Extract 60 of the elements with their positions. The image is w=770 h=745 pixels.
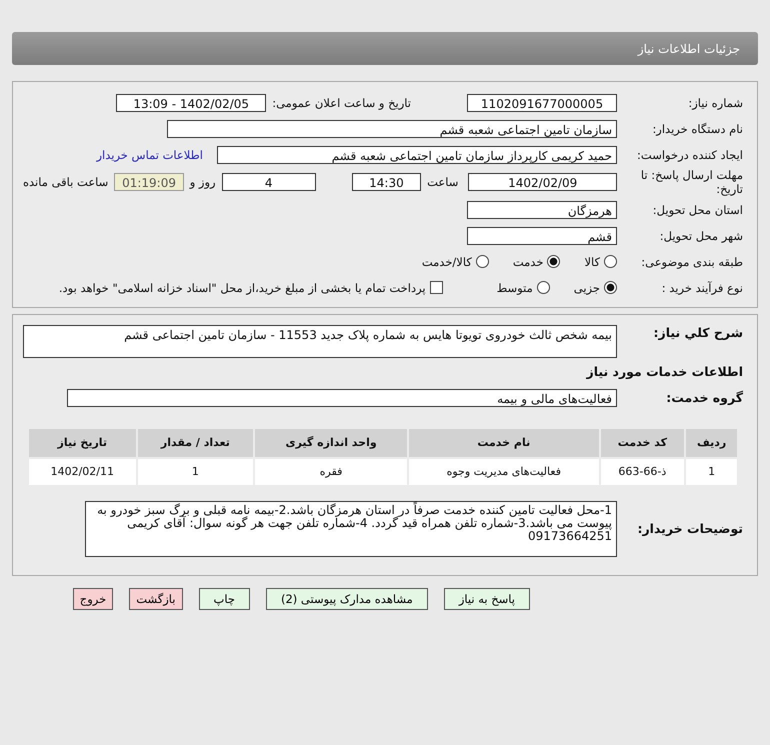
radio-label: خدمت bbox=[512, 254, 544, 269]
field-label: نام دستگاه خریدار: bbox=[651, 122, 743, 136]
field-label: مهلت ارسال پاسخ: تا تاریخ: bbox=[640, 168, 743, 197]
action-button[interactable]: مشاهده مدارک پیوستی (2) bbox=[266, 588, 428, 610]
column-header: کد خدمت bbox=[600, 428, 684, 457]
announce-date-field: 1402/02/05 - 13:09 bbox=[116, 94, 266, 112]
table-cell: 1402/02/11 bbox=[29, 458, 136, 485]
action-button[interactable]: بازگشت bbox=[129, 588, 182, 610]
table-cell: فعالیت‌های مدیریت وجوه bbox=[409, 458, 599, 485]
radio-label: کالا bbox=[584, 254, 600, 269]
table-cell: ذ-66-663 bbox=[600, 458, 684, 485]
time-label: ساعت bbox=[427, 175, 458, 190]
field-label: طبقه بندی موضوعی: bbox=[640, 254, 743, 269]
table-cell: 1 bbox=[686, 458, 737, 485]
remaining-time-field: 01:19:09 bbox=[114, 173, 184, 192]
field-label: شهر محل تحویل: bbox=[658, 228, 743, 243]
column-header: واحد اندازه گیری bbox=[255, 428, 408, 457]
need-number-field: 1102091677000005 bbox=[467, 94, 617, 112]
field-label: تاریخ و ساعت اعلان عمومی: bbox=[272, 96, 411, 110]
action-button[interactable]: چاپ bbox=[198, 588, 250, 610]
checkbox-label: پرداخت تمام یا بخشی از مبلغ خرید،از محل "اسناد خزانه اسلامی" خواهد بود. bbox=[58, 280, 426, 295]
contact-link[interactable]: اطلاعات تماس خریدار bbox=[96, 148, 203, 162]
checkbox[interactable] bbox=[430, 281, 443, 294]
notes-box: 1-محل فعالیت تامین کننده خدمت صرفاً در استان هرمزگان باشد.2-بیمه نامه قبلی و برگ سبز خودرو به پیوست می باشد.3-شماره تلفن همراه قید گردد. 4-شماره تلفن جهت هر گونه سوال: آقای کریمی 09173664251 bbox=[85, 500, 617, 557]
field-label: شرح کلي نياز: bbox=[652, 324, 743, 340]
field-label: شماره نیاز: bbox=[687, 96, 743, 110]
action-button[interactable]: خروج bbox=[72, 588, 114, 610]
days-label: روز و bbox=[190, 175, 216, 190]
deadline-time-field: 14:30 bbox=[352, 173, 422, 192]
radio-button[interactable] bbox=[604, 255, 617, 268]
radio-button[interactable] bbox=[536, 281, 550, 294]
radio-label: متوسط bbox=[496, 280, 533, 295]
field-label: توضیحات خریدار: bbox=[636, 521, 743, 536]
radio-label: جزیی bbox=[574, 280, 600, 295]
column-header: نام خدمت bbox=[409, 428, 599, 457]
page-title: جزئیات اطلاعات نیاز bbox=[638, 42, 740, 56]
creator-field: حمید کریمی کارپرداز سازمان تامین اجتماعی شعبه قشم bbox=[217, 146, 617, 164]
column-header: تاریخ نیاز bbox=[29, 428, 136, 457]
radio-label: کالا/خدمت bbox=[422, 254, 472, 269]
section-heading: اطلاعات خدمات مورد نیاز bbox=[586, 364, 743, 379]
action-button[interactable]: پاسخ به نیاز bbox=[444, 588, 530, 610]
radio-button[interactable] bbox=[604, 281, 617, 294]
service-group-field: فعالیت‌های مالی و بیمه bbox=[67, 388, 617, 407]
days-field: 4 bbox=[222, 173, 316, 192]
city-field: قشم bbox=[467, 226, 617, 245]
table-cell: 1 bbox=[138, 458, 254, 485]
summary-box: بیمه شخص ثالث خودروی تویوتا هایس به شماره پلاک جدید 11553 - سازمان تامین اجتماعی قشم bbox=[23, 324, 617, 358]
table-cell: فقره bbox=[255, 458, 408, 485]
deadline-date-field: 1402/02/09 bbox=[468, 173, 617, 192]
column-header: ردیف bbox=[686, 428, 737, 457]
field-label: گروه خدمت: bbox=[665, 390, 743, 406]
radio-button[interactable] bbox=[476, 255, 489, 268]
radio-button[interactable] bbox=[547, 255, 560, 268]
field-label: نوع فرآیند خرید : bbox=[660, 280, 743, 295]
field-label: ایجاد کننده درخواست: bbox=[636, 148, 743, 162]
column-header: تعداد / مقدار bbox=[138, 428, 254, 457]
buyer-field: سازمان تامین اجتماعی شعبه قشم bbox=[167, 120, 617, 138]
province-field: هرمزگان bbox=[467, 200, 617, 219]
remaining-label: ساعت باقی مانده bbox=[23, 175, 108, 190]
field-label: استان محل تحویل: bbox=[652, 202, 743, 217]
